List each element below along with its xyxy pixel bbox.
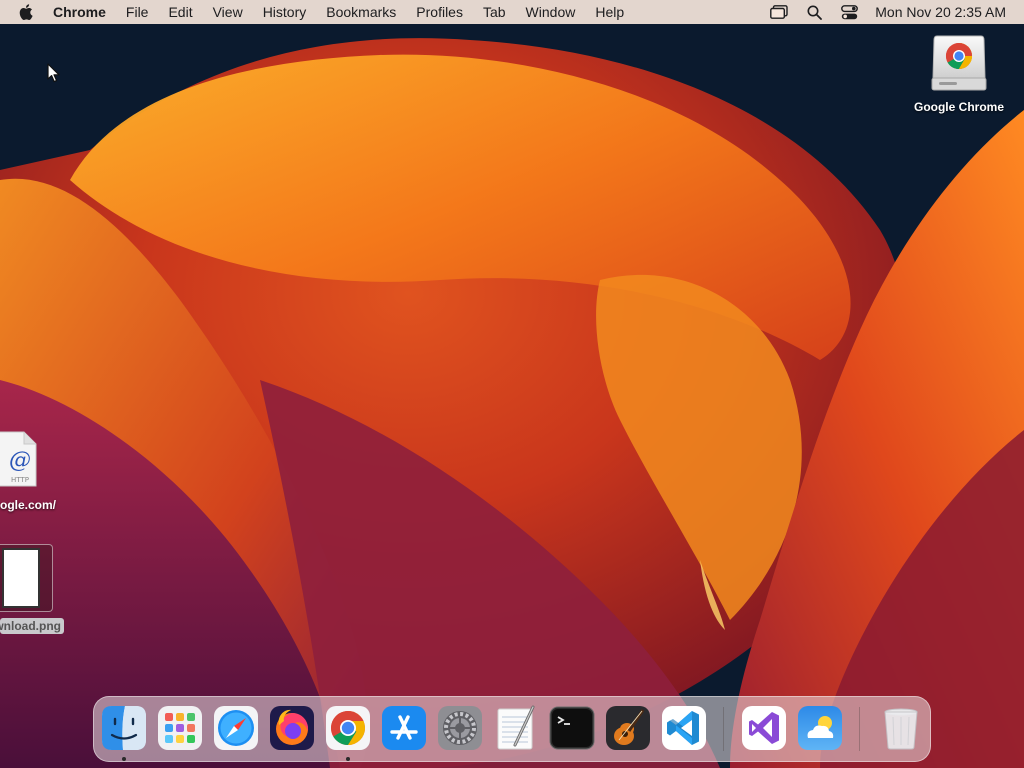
svg-text:@: @ bbox=[9, 448, 31, 473]
mouse-cursor-icon bbox=[47, 63, 60, 83]
dock-item-finder[interactable] bbox=[101, 705, 147, 751]
dock-item-garageband[interactable] bbox=[605, 705, 651, 751]
menu-bar: Chrome File Edit View History Bookmarks … bbox=[0, 0, 1024, 24]
vscode-icon bbox=[662, 706, 706, 750]
terminal-icon bbox=[549, 706, 595, 750]
menu-tab[interactable]: Tab bbox=[473, 0, 516, 24]
desktop-icon-label: wnload.png bbox=[0, 618, 64, 634]
settings-gear-icon bbox=[438, 706, 482, 750]
control-center-icon[interactable] bbox=[840, 4, 858, 20]
finder-icon bbox=[102, 706, 146, 750]
svg-text:HTTP: HTTP bbox=[11, 476, 29, 484]
window-switcher-icon[interactable] bbox=[770, 4, 788, 20]
menu-view[interactable]: View bbox=[203, 0, 253, 24]
dock-item-textedit[interactable] bbox=[493, 705, 539, 751]
chrome-disk-image-icon bbox=[931, 35, 987, 91]
app-store-icon bbox=[382, 706, 426, 750]
desktop-icon-png[interactable]: wnload.png bbox=[0, 544, 70, 634]
apple-menu-icon[interactable] bbox=[19, 4, 35, 20]
webloc-file-icon: @ HTTP bbox=[0, 431, 37, 487]
dock-item-app-store[interactable] bbox=[381, 705, 427, 751]
menu-file[interactable]: File bbox=[116, 0, 159, 24]
garageband-guitar-icon bbox=[606, 706, 650, 750]
menu-app-chrome[interactable]: Chrome bbox=[50, 0, 116, 24]
spotlight-search-icon[interactable] bbox=[805, 4, 823, 20]
trash-icon bbox=[884, 708, 918, 750]
dock-item-terminal[interactable] bbox=[549, 705, 595, 751]
menu-bookmarks[interactable]: Bookmarks bbox=[316, 0, 406, 24]
menu-profiles[interactable]: Profiles bbox=[406, 0, 473, 24]
launchpad-icon bbox=[158, 706, 202, 750]
desktop-wallpaper bbox=[0, 0, 1024, 768]
weather-icon bbox=[798, 706, 842, 750]
menu-history[interactable]: History bbox=[253, 0, 317, 24]
menu-window[interactable]: Window bbox=[516, 0, 586, 24]
dock-item-system-settings[interactable] bbox=[437, 705, 483, 751]
menu-edit[interactable]: Edit bbox=[158, 0, 202, 24]
menu-bar-clock[interactable]: Mon Nov 20 2:35 AM bbox=[875, 4, 1006, 20]
dock-item-weather[interactable] bbox=[797, 705, 843, 751]
dock bbox=[93, 696, 931, 762]
png-thumbnail bbox=[2, 548, 40, 608]
dock-separator bbox=[723, 707, 724, 751]
png-file-icon bbox=[0, 544, 53, 612]
dock-item-google-chrome[interactable] bbox=[325, 705, 371, 751]
desktop-icon-google-chrome[interactable]: Google Chrome bbox=[904, 34, 1014, 114]
textedit-icon bbox=[497, 705, 535, 750]
dock-item-firefox[interactable] bbox=[269, 705, 315, 751]
desktop-icon-label: Google Chrome bbox=[913, 100, 1004, 114]
desktop-icon-label: ogle.com/ bbox=[0, 498, 56, 512]
running-indicator bbox=[346, 757, 350, 761]
chrome-icon bbox=[326, 706, 370, 750]
dock-item-visual-studio[interactable] bbox=[741, 705, 787, 751]
dock-item-trash[interactable] bbox=[878, 705, 924, 751]
dock-item-launchpad[interactable] bbox=[157, 705, 203, 751]
dock-item-safari[interactable] bbox=[213, 705, 259, 751]
desktop-icon-webloc[interactable]: @ HTTP ogle.com/ bbox=[0, 430, 60, 512]
firefox-icon bbox=[270, 706, 314, 750]
dock-item-vscode[interactable] bbox=[661, 705, 707, 751]
dock-separator bbox=[859, 707, 860, 751]
running-indicator bbox=[122, 757, 126, 761]
safari-icon bbox=[214, 706, 258, 750]
menu-bar-status-area: Mon Nov 20 2:35 AM bbox=[770, 0, 1024, 24]
visual-studio-icon bbox=[742, 706, 786, 750]
menu-help[interactable]: Help bbox=[585, 0, 634, 24]
